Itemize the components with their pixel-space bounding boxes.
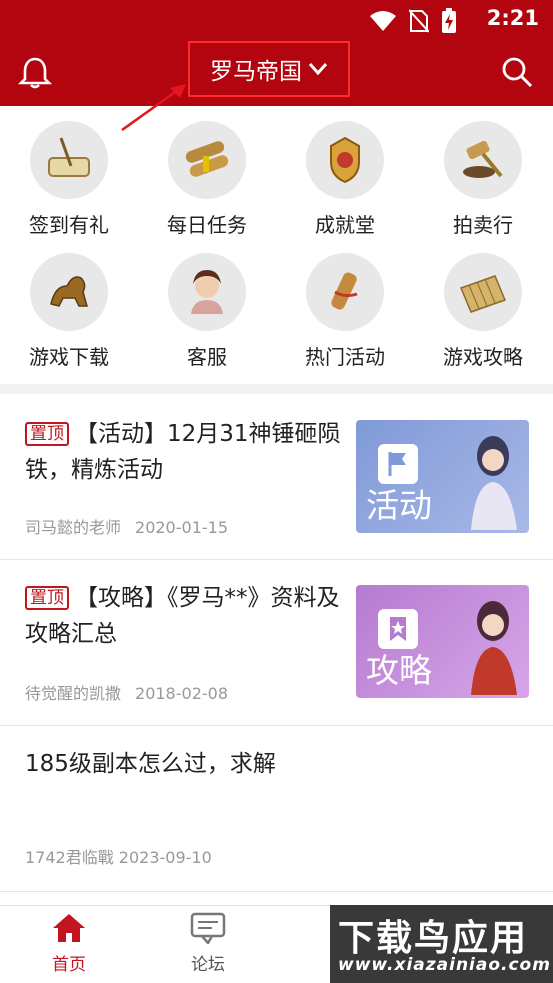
no-sim-icon xyxy=(409,9,429,33)
bookmark-star-icon xyxy=(378,609,418,649)
shortcut-achievements[interactable]: 成就堂 xyxy=(276,121,414,238)
feed-date: 2018-02-08 xyxy=(135,684,228,703)
watermark-title: 下载鸟应用 xyxy=(338,918,529,959)
shortcut-grid: 签到有礼 每日任务 成就堂 拍卖行 游戏下载 客服 热门活动 游戏攻略 xyxy=(0,106,553,386)
shortcut-label: 签到有礼 xyxy=(29,213,109,237)
tab-label: 首页 xyxy=(52,955,86,975)
home-icon xyxy=(53,914,85,942)
shortcut-label: 热门活动 xyxy=(305,345,385,369)
feed-meta: 待觉醒的凯撒 2018-02-08 xyxy=(25,680,228,704)
feed-title: 置顶 【活动】12月31神锤砸陨铁，精炼活动 xyxy=(25,416,345,488)
bamboo-scroll-icon xyxy=(444,253,522,331)
feed-title: 185级副本怎么过，求解 xyxy=(25,751,276,777)
feed-title-text: 【攻略】《罗马**》资料及攻略汇总 xyxy=(25,585,340,647)
thumbnail-label: 攻略 xyxy=(366,651,432,690)
game-selector-dropdown[interactable]: 罗马帝国 xyxy=(188,41,350,97)
search-icon[interactable] xyxy=(501,56,533,88)
shortcut-label: 客服 xyxy=(187,345,227,369)
watermark: 下载鸟应用 www.xiazainiao.com xyxy=(330,905,553,983)
page-title: 罗马帝国 xyxy=(210,59,302,85)
scroll-quill-icon xyxy=(30,121,108,199)
shortcut-daily-tasks[interactable]: 每日任务 xyxy=(138,121,276,238)
trophy-crest-icon xyxy=(306,121,384,199)
feed-item[interactable]: 置顶 【活动】12月31神锤砸陨铁，精炼活动 司马懿的老师 2020-01-15 活… xyxy=(0,394,553,560)
shortcut-label: 游戏下载 xyxy=(29,345,109,369)
feed-item[interactable]: 置顶 【攻略】《罗马**》资料及攻略汇总 待觉醒的凯撒 2018-02-08 攻略 xyxy=(0,560,553,726)
shortcut-auction[interactable]: 拍卖行 xyxy=(414,121,552,238)
app-header: 2:21 罗马帝国 xyxy=(0,0,553,106)
shortcut-game-download[interactable]: 游戏下载 xyxy=(0,253,138,370)
ribbon-scroll-icon xyxy=(306,253,384,331)
feed-author: 待觉醒的凯撒 xyxy=(25,684,122,703)
feed-thumbnail: 攻略 xyxy=(356,585,529,698)
chevron-down-icon xyxy=(308,63,328,76)
notification-bell-icon[interactable] xyxy=(18,56,52,90)
tab-home[interactable]: 首页 xyxy=(24,912,114,975)
feed-thumbnail: 活动 xyxy=(356,420,529,533)
pinned-badge: 置顶 xyxy=(25,422,69,446)
feed-meta: 司马懿的老师 2020-01-15 xyxy=(25,514,228,538)
pinned-badge: 置顶 xyxy=(25,586,69,610)
shortcut-label: 成就堂 xyxy=(315,213,375,237)
shortcut-label: 拍卖行 xyxy=(453,213,513,237)
shortcut-game-guides[interactable]: 游戏攻略 xyxy=(414,253,552,370)
battery-charging-icon xyxy=(442,8,456,33)
scroll-bundle-icon xyxy=(168,121,246,199)
thumbnail-label: 活动 xyxy=(366,486,432,525)
shortcut-customer-service[interactable]: 客服 xyxy=(138,253,276,370)
feed-title-text: 【活动】12月31神锤砸陨铁，精炼活动 xyxy=(25,421,341,483)
bronze-beast-icon xyxy=(30,253,108,331)
feed-date: 2020-01-15 xyxy=(135,518,228,537)
feed-author: 司马懿的老师 xyxy=(25,518,122,537)
character-illustration-icon xyxy=(471,601,517,695)
feed-meta: 1742君临戰 2023-09-10 xyxy=(25,848,212,867)
section-divider xyxy=(0,384,553,394)
chat-bubble-icon xyxy=(190,912,226,944)
tab-forum[interactable]: 论坛 xyxy=(163,912,253,975)
shortcut-hot-events[interactable]: 热门活动 xyxy=(276,253,414,370)
wifi-icon xyxy=(370,11,396,31)
shortcut-label: 每日任务 xyxy=(167,213,247,237)
watermark-url: www.xiazainiao.com xyxy=(338,955,551,975)
status-time: 2:21 xyxy=(486,6,539,30)
auction-gavel-icon xyxy=(444,121,522,199)
shortcut-sign-in[interactable]: 签到有礼 xyxy=(0,121,138,238)
support-avatar-icon xyxy=(168,253,246,331)
feed-title: 置顶 【攻略】《罗马**》资料及攻略汇总 xyxy=(25,580,345,652)
flag-icon xyxy=(378,444,418,484)
status-bar: 2:21 xyxy=(0,0,553,38)
shortcut-label: 游戏攻略 xyxy=(443,345,523,369)
tab-label: 论坛 xyxy=(191,955,225,975)
feed-item[interactable]: 185级副本怎么过，求解 1742君临戰 2023-09-10 xyxy=(0,726,553,892)
status-icons xyxy=(369,8,457,34)
character-illustration-icon xyxy=(471,436,517,530)
